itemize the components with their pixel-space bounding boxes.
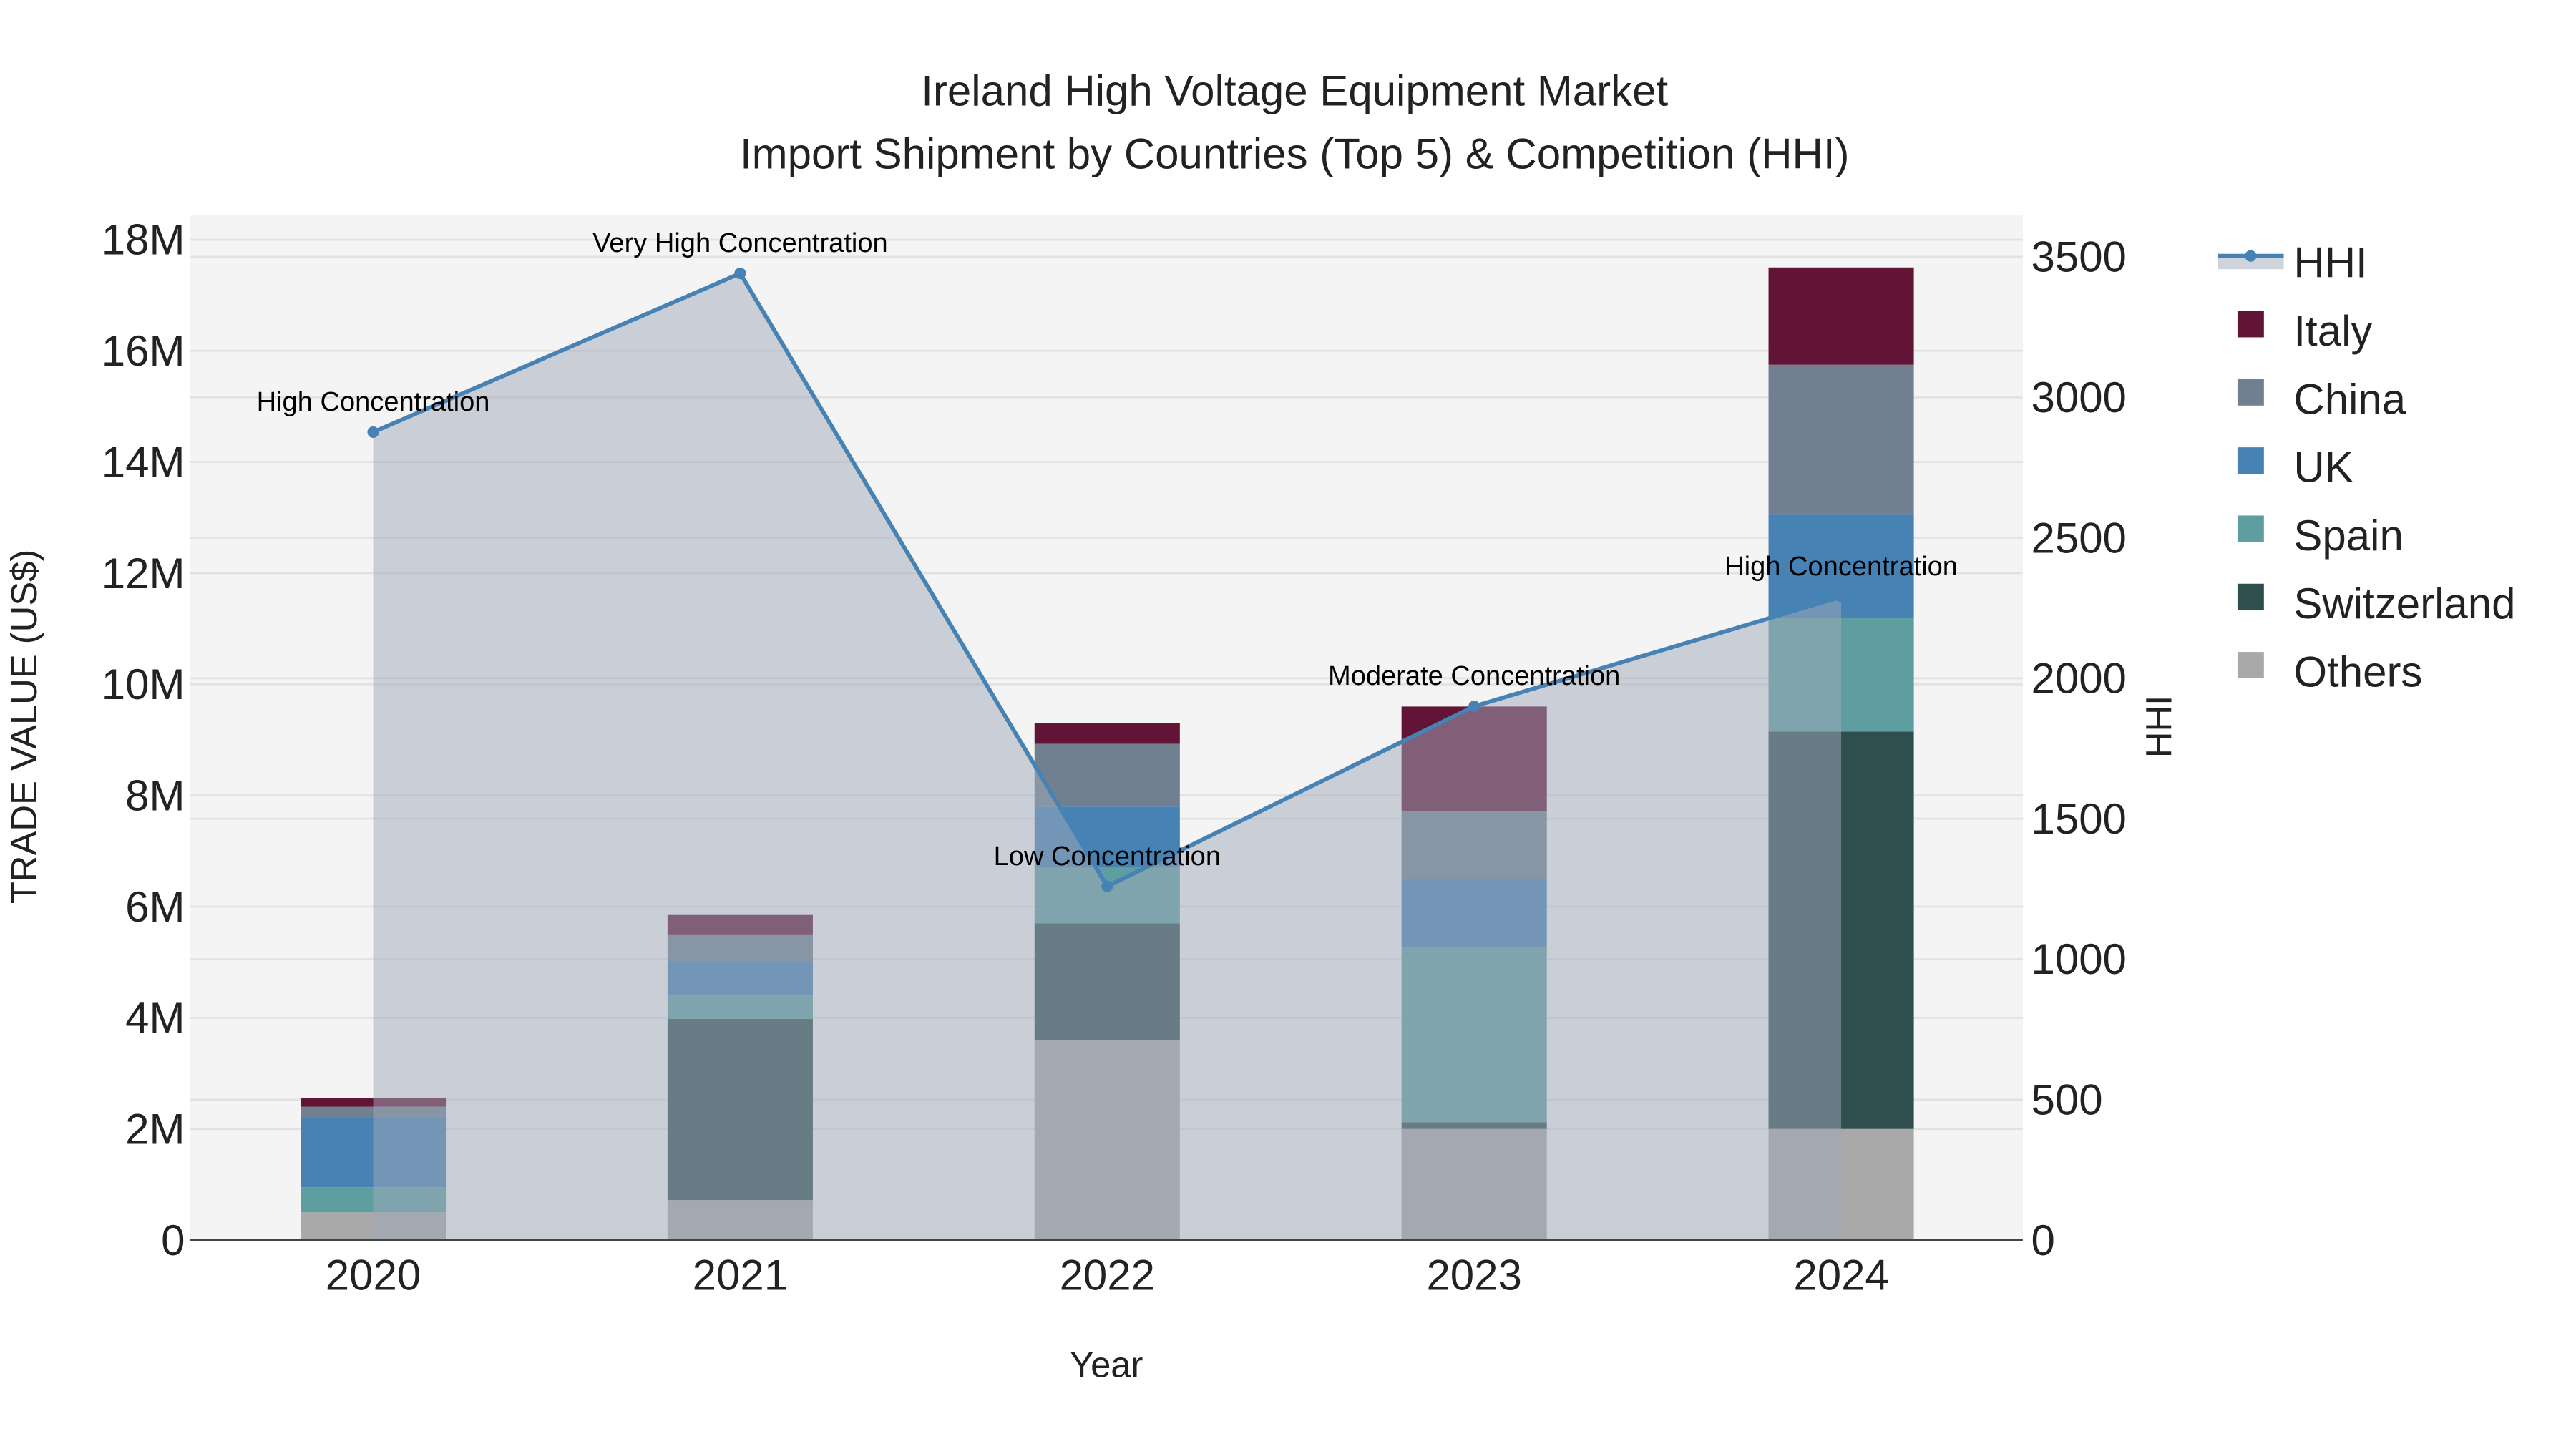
y-axis-label: TRADE VALUE (US$) <box>4 550 44 904</box>
legend-label: China <box>2293 375 2406 423</box>
bar-china-2022 <box>1034 743 1180 807</box>
y-tick-label: 12M <box>102 550 185 597</box>
legend-item-switzerland[interactable]: Switzerland <box>2237 580 2516 628</box>
y-tick-label: 6M <box>125 883 185 931</box>
y-tick-label: 4M <box>125 994 185 1042</box>
y-tick-label: 16M <box>102 327 185 375</box>
hhi-point-2021 <box>734 267 746 280</box>
chart: Ireland High Voltage Equipment Market Im… <box>4 67 2516 1385</box>
legend-swatch <box>2237 583 2264 610</box>
legend-label: Switzerland <box>2293 580 2515 628</box>
hhi-annotation: Low Concentration <box>994 841 1221 872</box>
x-tick-label: 2020 <box>326 1251 421 1299</box>
hhi-point-2022 <box>1101 880 1113 892</box>
x-tick-label: 2022 <box>1060 1251 1155 1299</box>
y2-tick-label: 3500 <box>2031 233 2126 281</box>
y-tick-label: 18M <box>102 216 185 264</box>
legend-item-china[interactable]: China <box>2237 375 2406 423</box>
bar-china-2024 <box>1768 364 1914 515</box>
y2-tick-label: 500 <box>2031 1076 2102 1124</box>
y-tick-label: 0 <box>161 1216 185 1264</box>
y-tick-label: 2M <box>125 1105 185 1153</box>
y-tick-label: 10M <box>102 660 185 708</box>
y2-axis-ticks: 0 500 1000 1500 2000 2500 3000 3500 <box>2031 233 2126 1264</box>
y2-tick-label: 0 <box>2031 1216 2054 1264</box>
legend-item-hhi[interactable]: HHI <box>2218 239 2368 287</box>
hhi-annotation: High Concentration <box>1724 552 1958 582</box>
y-tick-label: 8M <box>125 771 185 819</box>
legend-swatch <box>2237 311 2264 338</box>
chart-subtitle: Import Shipment by Countries (Top 5) & C… <box>740 130 1850 177</box>
bar-italy-2022 <box>1034 723 1180 744</box>
legend-label: Others <box>2293 648 2422 696</box>
bar-italy-2024 <box>1768 267 1914 365</box>
legend-swatch <box>2237 515 2264 542</box>
y2-tick-label: 1000 <box>2031 935 2126 983</box>
y2-tick-label: 2000 <box>2031 655 2126 703</box>
x-tick-label: 2023 <box>1426 1251 1521 1299</box>
x-tick-label: 2021 <box>693 1251 788 1299</box>
legend-item-uk[interactable]: UK <box>2237 444 2353 492</box>
legend-swatch <box>2237 447 2264 474</box>
y-axis-ticks: 0 2M 4M 6M 8M 10M 12M 14M 16M 18M <box>102 216 185 1264</box>
hhi-annotation: Moderate Concentration <box>1328 661 1620 691</box>
hhi-point-2023 <box>1468 701 1480 713</box>
hhi-annotation: High Concentration <box>257 387 490 417</box>
y2-axis-label: HHI <box>2139 696 2180 758</box>
y2-tick-label: 1500 <box>2031 795 2126 843</box>
chart-title: Ireland High Voltage Equipment Market <box>921 67 1668 115</box>
hhi-annotation: Very High Concentration <box>592 228 888 258</box>
x-axis-ticks: 2020 2021 2022 2023 2024 <box>326 1251 1889 1299</box>
legend-label: Spain <box>2293 512 2403 560</box>
legend-swatch <box>2237 652 2264 678</box>
y2-tick-label: 2500 <box>2031 514 2126 562</box>
legend-item-spain[interactable]: Spain <box>2237 512 2404 560</box>
hhi-point-2024 <box>1835 590 1848 603</box>
x-tick-label: 2024 <box>1793 1251 1888 1299</box>
legend-item-italy[interactable]: Italy <box>2237 307 2373 355</box>
y2-tick-label: 3000 <box>2031 374 2126 421</box>
legend-hhi-marker <box>2245 250 2257 262</box>
y-tick-label: 14M <box>102 438 185 486</box>
hhi-point-2020 <box>367 426 379 438</box>
legend-label: Italy <box>2293 307 2372 355</box>
legend-item-others[interactable]: Others <box>2237 648 2423 696</box>
x-axis-label: Year <box>1070 1345 1143 1385</box>
legend-label: HHI <box>2293 239 2367 287</box>
legend-label: UK <box>2293 444 2353 492</box>
legend: HHI Italy China UK Spain Switzerland Others <box>2218 239 2516 696</box>
legend-swatch <box>2237 379 2264 406</box>
